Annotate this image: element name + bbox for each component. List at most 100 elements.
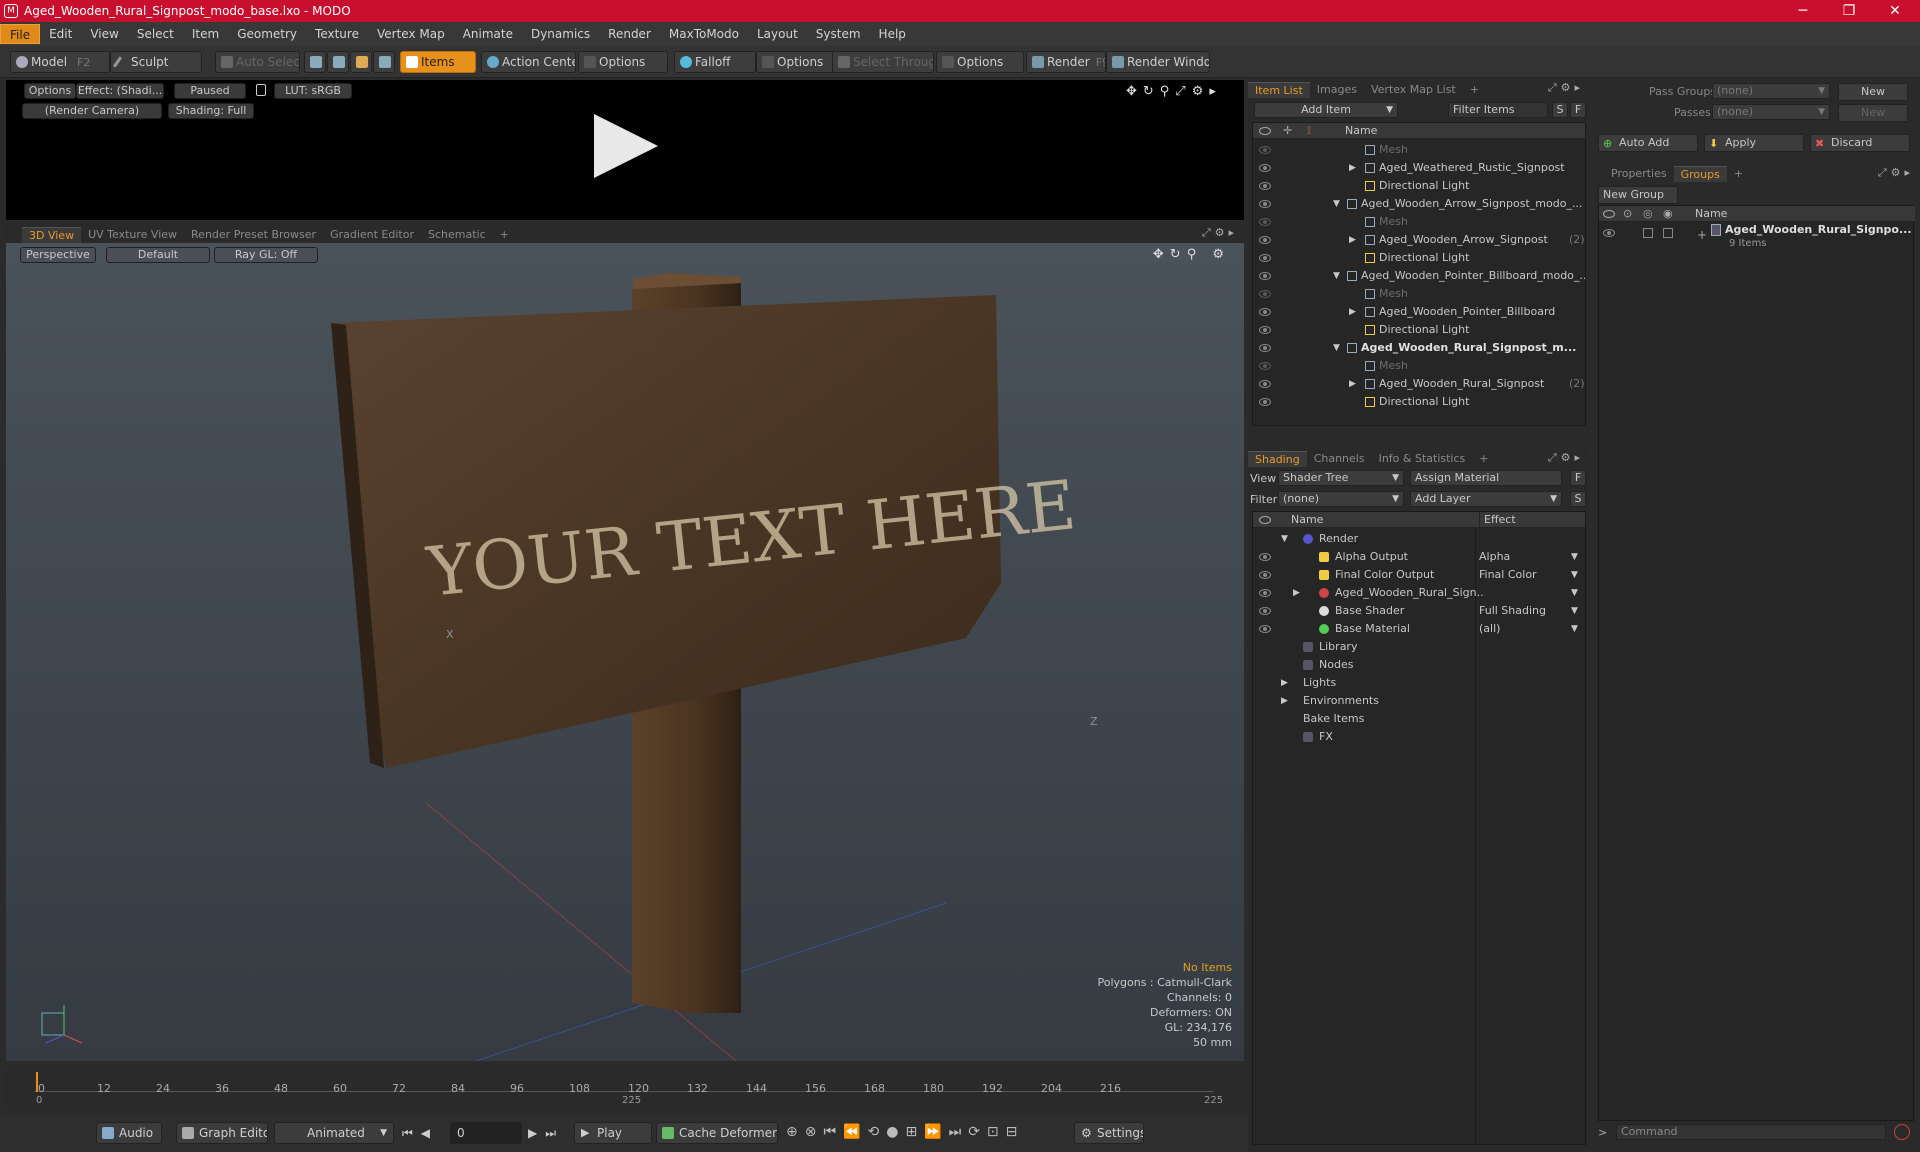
maximize-button[interactable]: ❐ [1826,0,1872,22]
shading-dropdown[interactable]: Shading: Full [168,103,254,119]
eye-icon[interactable] [1259,398,1271,406]
item-list-row[interactable]: Mesh [1253,141,1585,159]
eye-icon[interactable] [1259,236,1271,244]
effect-dropdown[interactable]: Final Color [1479,566,1537,584]
expand-arrow-icon[interactable]: ▶ [1293,584,1300,602]
shader-tree-row[interactable]: ▼ Render [1253,530,1585,548]
shader-tree-row[interactable]: Bake Items [1253,710,1585,728]
3d-viewport[interactable]: Perspective Default Ray GL: Off ✥↻⚲ ⚙ YO… [6,243,1244,1061]
eye-icon[interactable] [1259,146,1271,154]
collapse-arrow-icon[interactable]: ▼ [1333,195,1340,213]
falloff-options-button[interactable]: Options [756,51,836,73]
view-dropdown[interactable]: Shader Tree ▼ [1278,470,1404,486]
eye-icon[interactable] [1259,200,1271,208]
viewport-tab-controls-icons[interactable]: ⤢⚙▸ [1202,226,1238,240]
menu-select[interactable]: Select [128,24,183,44]
groups-list[interactable]: ⊙ ◎ ◉ Name + Aged_Wooden_Rural_Signpo...… [1598,205,1915,1121]
menu-texture[interactable]: Texture [306,24,368,44]
tab-channels[interactable]: Channels [1307,451,1372,467]
eye-icon[interactable] [1259,607,1271,615]
chevron-down-icon[interactable]: ▼ [1571,620,1578,638]
tab-gradient-editor[interactable]: Gradient Editor [323,227,421,243]
preview-effect-dropdown[interactable]: Effect: (Shadi... [76,83,164,99]
groups-controls-icons[interactable]: ⤢⚙▸ [1878,166,1914,180]
graph-editor-button[interactable]: Graph Editor [176,1122,268,1144]
item-list-row[interactable]: ▶ Aged_Wooden_Arrow_Signpost (2) [1253,231,1585,249]
key-controls-icons[interactable]: ⊕⊗⏮⏪⟲●⊞⏩⏭⟳⊡⊟ [786,1124,1024,1140]
preview-nav-icons[interactable]: ✥↻⚲⤢⚙▸ [1126,84,1222,99]
action-center-button[interactable]: Action Center [481,51,576,73]
menu-system[interactable]: System [807,24,870,44]
menu-geometry[interactable]: Geometry [228,24,306,44]
eye-icon[interactable] [1259,272,1271,280]
play-icon[interactable] [594,114,658,178]
eye-icon[interactable] [1259,625,1271,633]
items-mode-button[interactable]: Items [400,51,476,73]
apply-button[interactable]: ⬇ Apply [1704,134,1804,152]
render-window-button[interactable]: Render Window [1106,51,1210,73]
shader-tree-row[interactable]: ▶ Lights [1253,674,1585,692]
falloff-button[interactable]: Falloff [674,51,756,73]
menu-animate[interactable]: Animate [454,24,522,44]
preview-paused-button[interactable]: Paused [174,83,246,99]
eye-icon[interactable] [1259,254,1271,262]
expand-arrow-icon[interactable]: ▶ [1349,375,1356,393]
settings-button[interactable]: ⚙ Settings [1074,1122,1144,1144]
menu-maxtomodo[interactable]: MaxToModo [660,24,748,44]
shader-tree-row[interactable]: ▶ Aged_Wooden_Rural_Sign... ▼ [1253,584,1585,602]
eye-icon[interactable] [1259,218,1271,226]
add-layer-dropdown[interactable]: Add Layer ▼ [1410,491,1562,507]
add-item-dropdown[interactable]: Add Item ▼ [1254,102,1398,118]
close-button[interactable]: ✕ [1872,0,1918,22]
eye-icon[interactable] [1259,308,1271,316]
expand-arrow-icon[interactable]: ▶ [1349,303,1356,321]
eye-icon[interactable] [1603,229,1615,237]
effect-dropdown[interactable]: Full Shading [1479,602,1546,620]
group-row[interactable]: + Aged_Wooden_Rural_Signpo... 9 Items [1599,223,1915,258]
item-list-row[interactable]: ▼ Aged_Wooden_Rural_Signpost_m... [1253,339,1585,357]
new-pass-group-button[interactable]: New [1838,83,1908,101]
lock-icon[interactable] [256,84,266,96]
eye-icon[interactable] [1259,326,1271,334]
item-list-row[interactable]: Mesh [1253,285,1585,303]
action-center-options-button[interactable]: Options [578,51,668,73]
chevron-down-icon[interactable]: ▼ [1571,584,1578,602]
eye-icon[interactable] [1259,589,1271,597]
chevron-down-icon[interactable]: ▼ [1571,548,1578,566]
animated-dropdown[interactable]: Animated ▼ [274,1122,394,1144]
select-through-button[interactable]: Select Through [832,51,934,73]
eye-icon[interactable] [1259,553,1271,561]
item-list-row[interactable]: Directional Light [1253,249,1585,267]
menu-view[interactable]: View [81,24,127,44]
cache-deformers-button[interactable]: Cache Deformers [656,1122,778,1144]
item-list-row[interactable]: ▼ Aged_Wooden_Pointer_Billboard_modo_... [1253,267,1585,285]
shading-f-button[interactable]: F [1570,470,1586,486]
play-button[interactable]: ▶ Play [574,1122,652,1144]
eye-icon[interactable] [1259,290,1271,298]
transport-back-icons[interactable]: ⏮◀ [402,1126,438,1141]
effect-column-header[interactable]: Effect [1479,512,1516,528]
sculpt-button[interactable]: Sculpt [110,51,202,73]
timeline[interactable]: 0 12 24 36 48 60 72 84 96 108 120 132 144 156 168 180 19… [6,1068,1244,1110]
discard-button[interactable]: ✖ Discard [1810,134,1910,152]
model-button[interactable]: Model F2 [10,51,110,73]
add-tab-icon[interactable]: + [1472,451,1495,467]
add-tab-icon[interactable]: + [1463,82,1486,98]
collapse-arrow-icon[interactable]: ▼ [1333,339,1340,357]
item-list-row[interactable]: Mesh [1253,213,1585,231]
item-list-row[interactable]: ▶ Aged_Wooden_Rural_Signpost (2) [1253,375,1585,393]
collapse-arrow-icon[interactable]: ▼ [1281,530,1288,548]
chevron-down-icon[interactable]: ▼ [1571,602,1578,620]
shader-tree-row[interactable]: FX [1253,728,1585,746]
shader-tree-row[interactable]: Nodes [1253,656,1585,674]
pass-groups-dropdown[interactable]: (none) ▼ [1712,83,1830,99]
new-pass-button[interactable]: New [1838,104,1908,122]
tab-properties[interactable]: Properties [1604,166,1674,182]
expand-icon[interactable]: + [1697,228,1707,242]
item-list-row[interactable]: Directional Light [1253,321,1585,339]
eye-icon[interactable] [1259,164,1271,172]
command-input[interactable]: Command [1616,1124,1886,1140]
filter-items-input[interactable]: Filter Items [1448,102,1548,118]
tab-info-statistics[interactable]: Info & Statistics [1372,451,1473,467]
materials-mode-button[interactable] [373,51,395,73]
